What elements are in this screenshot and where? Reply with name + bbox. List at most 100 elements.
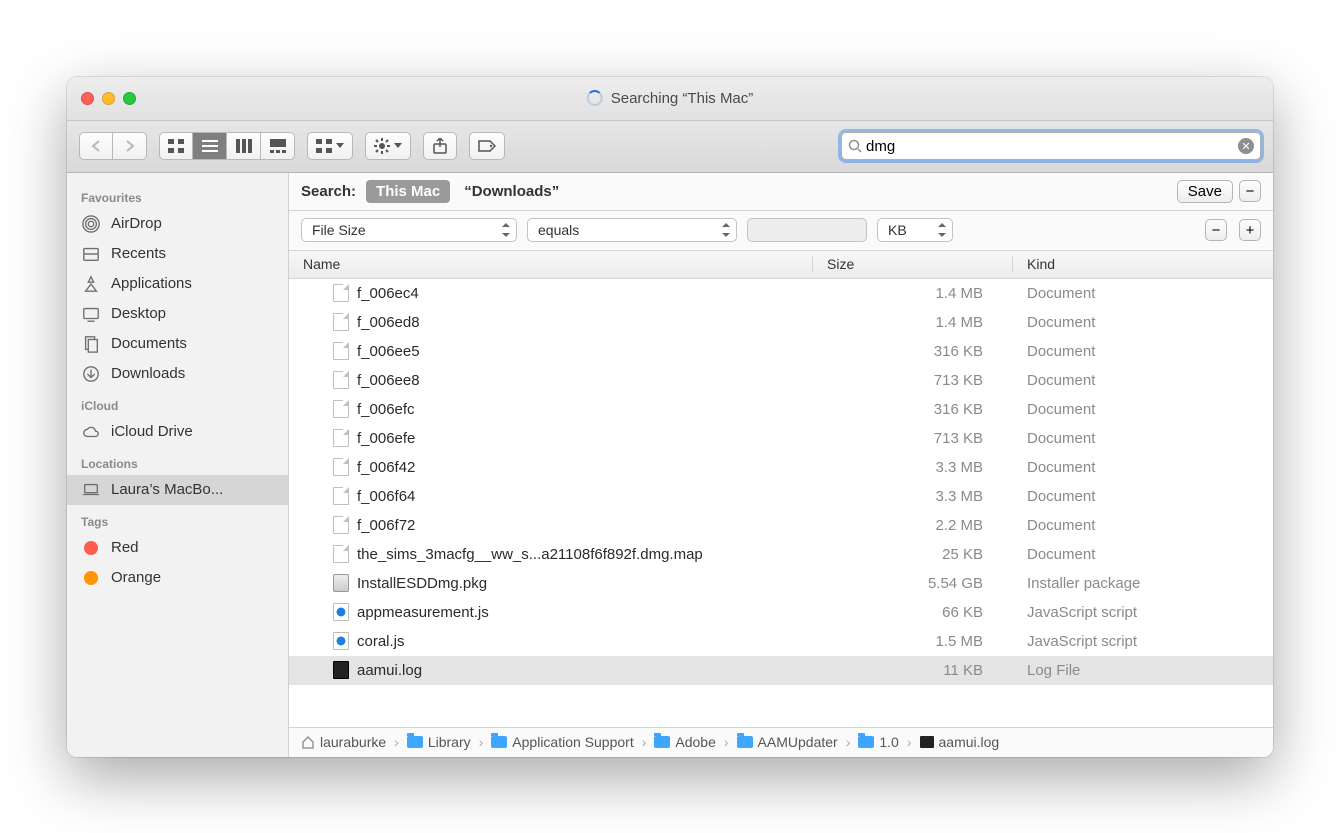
sidebar-item[interactable]: Applications bbox=[67, 269, 288, 299]
sidebar-item[interactable]: Red bbox=[67, 533, 288, 563]
file-name: f_006f42 bbox=[357, 459, 415, 476]
filter-attribute-select[interactable]: File Size bbox=[301, 218, 517, 242]
view-list-button[interactable] bbox=[193, 132, 227, 160]
sidebar-item-label: Desktop bbox=[111, 305, 166, 322]
finder-window: Searching “This Mac” ✕ Favourit bbox=[67, 77, 1273, 757]
view-column-button[interactable] bbox=[227, 132, 261, 160]
sidebar: FavouritesAirDropRecentsApplications Desk… bbox=[67, 173, 289, 757]
sidebar-item[interactable]: iCloud Drive bbox=[67, 417, 288, 447]
forward-button[interactable] bbox=[113, 132, 147, 160]
sidebar-item-label: Red bbox=[111, 539, 139, 556]
filter-comparator-select[interactable]: equals bbox=[527, 218, 737, 242]
chevron-right-icon: › bbox=[846, 734, 851, 750]
tag-dot-icon bbox=[81, 568, 101, 588]
file-name: f_006ec4 bbox=[357, 285, 419, 302]
sidebar-item[interactable]: Desktop bbox=[67, 299, 288, 329]
file-icon bbox=[333, 487, 349, 505]
sidebar-item[interactable]: Downloads bbox=[67, 359, 288, 389]
file-size: 316 KB bbox=[813, 401, 1013, 418]
file-icon bbox=[333, 458, 349, 476]
tags-button[interactable] bbox=[469, 132, 505, 160]
search-input[interactable] bbox=[862, 138, 1238, 155]
laptop-icon bbox=[81, 480, 101, 500]
view-icon-button[interactable] bbox=[159, 132, 193, 160]
column-size[interactable]: Size bbox=[813, 256, 1013, 272]
file-icon bbox=[333, 603, 349, 621]
path-segment[interactable]: Application Support bbox=[491, 734, 633, 750]
file-row[interactable]: coral.js1.5 MBJavaScript script bbox=[289, 627, 1273, 656]
file-row[interactable]: f_006f423.3 MBDocument bbox=[289, 453, 1273, 482]
scope-this-mac[interactable]: This Mac bbox=[366, 180, 450, 203]
column-kind[interactable]: Kind bbox=[1013, 256, 1273, 272]
search-field[interactable]: ✕ bbox=[841, 132, 1261, 160]
sidebar-header: iCloud bbox=[67, 395, 288, 417]
file-kind: Document bbox=[1013, 314, 1273, 331]
file-size: 316 KB bbox=[813, 343, 1013, 360]
sidebar-item[interactable]: Orange bbox=[67, 563, 288, 593]
file-row[interactable]: the_sims_3macfg__ww_s...a21108f6f892f.dm… bbox=[289, 540, 1273, 569]
remove-filter-button[interactable]: − bbox=[1205, 219, 1227, 241]
path-segment[interactable]: 1.0 bbox=[858, 734, 898, 750]
file-row[interactable]: f_006efc316 KBDocument bbox=[289, 395, 1273, 424]
sidebar-header: Favourites bbox=[67, 187, 288, 209]
file-row[interactable]: f_006ee8713 KBDocument bbox=[289, 366, 1273, 395]
file-kind: Document bbox=[1013, 517, 1273, 534]
arrange-menu[interactable] bbox=[307, 132, 353, 160]
file-row[interactable]: f_006ec41.4 MBDocument bbox=[289, 279, 1273, 308]
file-kind: Document bbox=[1013, 372, 1273, 389]
file-size: 713 KB bbox=[813, 372, 1013, 389]
zoom-button[interactable] bbox=[123, 92, 136, 105]
add-filter-button[interactable]: + bbox=[1239, 219, 1261, 241]
column-name[interactable]: Name bbox=[289, 256, 813, 272]
close-button[interactable] bbox=[81, 92, 94, 105]
path-segment[interactable]: lauraburke bbox=[301, 734, 386, 750]
file-kind: Log File bbox=[1013, 662, 1273, 679]
back-button[interactable] bbox=[79, 132, 113, 160]
file-row[interactable]: aamui.log11 KBLog File bbox=[289, 656, 1273, 685]
view-gallery-button[interactable] bbox=[261, 132, 295, 160]
file-kind: Document bbox=[1013, 488, 1273, 505]
file-row[interactable]: appmeasurement.js66 KBJavaScript script bbox=[289, 598, 1273, 627]
file-name: the_sims_3macfg__ww_s...a21108f6f892f.dm… bbox=[357, 546, 703, 563]
sidebar-item[interactable]: Documents bbox=[67, 329, 288, 359]
sidebar-item[interactable]: Laura’s MacBo... bbox=[67, 475, 288, 505]
applications-icon bbox=[81, 274, 101, 294]
sidebar-item[interactable]: Recents bbox=[67, 239, 288, 269]
path-icon bbox=[858, 736, 874, 748]
minimize-button[interactable] bbox=[102, 92, 115, 105]
toolbar: ✕ bbox=[67, 121, 1273, 173]
file-size: 11 KB bbox=[813, 662, 1013, 679]
file-kind: Installer package bbox=[1013, 575, 1273, 592]
path-icon bbox=[920, 736, 934, 748]
file-name: f_006ee5 bbox=[357, 343, 420, 360]
share-button[interactable] bbox=[423, 132, 457, 160]
file-size: 3.3 MB bbox=[813, 459, 1013, 476]
path-bar: lauraburke›Library›Application Support›A… bbox=[289, 727, 1273, 757]
file-row[interactable]: f_006ee5316 KBDocument bbox=[289, 337, 1273, 366]
file-row[interactable]: InstallESDDmg.pkg5.54 GBInstaller packag… bbox=[289, 569, 1273, 598]
path-segment[interactable]: aamui.log bbox=[920, 734, 1000, 750]
file-row[interactable]: f_006f722.2 MBDocument bbox=[289, 511, 1273, 540]
save-search-button[interactable]: Save bbox=[1177, 180, 1233, 203]
sidebar-item[interactable]: AirDrop bbox=[67, 209, 288, 239]
filter-unit-select[interactable]: KB bbox=[877, 218, 953, 242]
file-name: InstallESDDmg.pkg bbox=[357, 575, 487, 592]
scope-downloads[interactable]: “Downloads” bbox=[464, 183, 559, 200]
path-icon bbox=[407, 736, 423, 748]
path-segment[interactable]: Adobe bbox=[654, 734, 715, 750]
remove-scope-button[interactable]: − bbox=[1239, 180, 1261, 202]
chevron-right-icon: › bbox=[479, 734, 484, 750]
file-row[interactable]: f_006ed81.4 MBDocument bbox=[289, 308, 1273, 337]
file-list[interactable]: f_006ec41.4 MBDocumentf_006ed81.4 MBDocu… bbox=[289, 279, 1273, 727]
path-icon bbox=[301, 735, 315, 749]
file-row[interactable]: f_006f643.3 MBDocument bbox=[289, 482, 1273, 511]
action-menu[interactable] bbox=[365, 132, 411, 160]
file-row[interactable]: f_006efe713 KBDocument bbox=[289, 424, 1273, 453]
filter-value-input[interactable] bbox=[747, 218, 867, 242]
path-segment[interactable]: AAMUpdater bbox=[737, 734, 838, 750]
file-icon bbox=[333, 313, 349, 331]
path-segment[interactable]: Library bbox=[407, 734, 471, 750]
clear-search-button[interactable]: ✕ bbox=[1238, 138, 1254, 154]
file-name: f_006f72 bbox=[357, 517, 415, 534]
sidebar-header: Locations bbox=[67, 453, 288, 475]
